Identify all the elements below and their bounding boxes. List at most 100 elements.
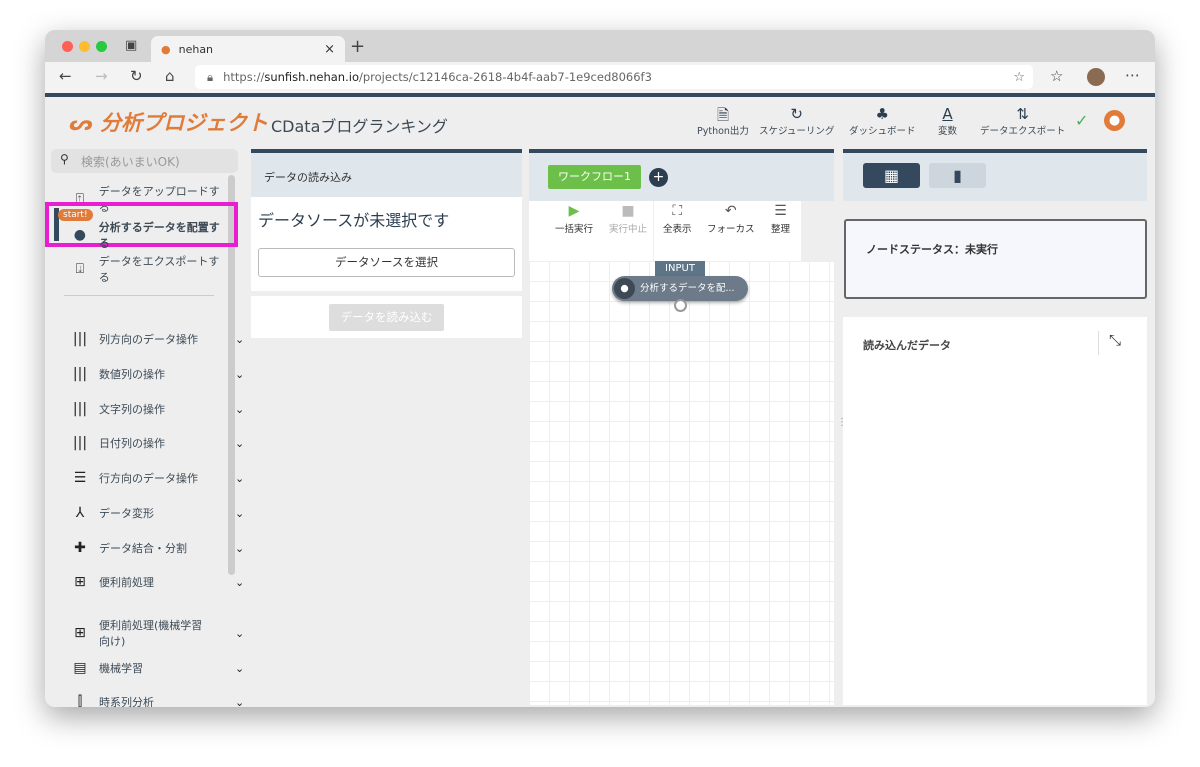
category-label: 行方向のデータ操作 <box>99 470 209 486</box>
toolbar-divider <box>653 201 654 261</box>
tab-bar: ▣ ● nehan × + <box>45 30 1155 62</box>
data-export-button[interactable]: ⇅データエクスポート <box>980 105 1065 137</box>
chevron-down-icon[interactable]: ⌄ <box>235 662 244 675</box>
chart-view-button[interactable]: ▮ <box>929 163 986 188</box>
sidebar-category[interactable]: ▤機械学習⌄ <box>69 660 229 676</box>
close-window-button[interactable] <box>62 41 73 52</box>
category-label: データ変形 <box>99 505 209 521</box>
node-output-port[interactable] <box>674 299 687 312</box>
app: ᔕ 分析プロジェクト CDataブログランキング 🗎Python出力 ↻ スケジュ… <box>45 93 1155 707</box>
user-account-icon[interactable]: ● <box>1104 110 1125 131</box>
search-input[interactable]: ⚲検索(あいまいOK) <box>51 149 238 173</box>
category-label: 便利前処理 <box>99 574 209 590</box>
category-label: 列方向のデータ操作 <box>99 331 209 347</box>
fit-view-button[interactable]: ⛶全表示 <box>663 203 692 235</box>
no-datasource-message: データソースが未選択です <box>258 207 449 231</box>
python-export-button[interactable]: 🗎Python出力 <box>697 105 749 137</box>
project-name: CDataブログランキング <box>271 113 448 137</box>
category-icon: ⫿ <box>69 694 91 707</box>
maximize-window-button[interactable] <box>96 41 107 52</box>
category-icon: ||| <box>69 331 91 347</box>
sidebar-category[interactable]: ⫿時系列分析⌄ <box>69 694 229 707</box>
browser-tab[interactable]: ● nehan × <box>151 36 345 62</box>
select-datasource-button[interactable]: データソースを選択 <box>258 248 515 277</box>
chevron-down-icon[interactable]: ⌄ <box>235 403 244 416</box>
browser-window: ▣ ● nehan × + ← → ↻ ⌂ 🔒︎ https://sunfish… <box>45 30 1155 707</box>
sidebar-category[interactable]: ✚データ結合・分割⌄ <box>69 540 229 556</box>
sidebar-category[interactable]: |||数値列の操作⌄ <box>69 366 229 382</box>
load-data-button[interactable]: データを読み込む <box>329 304 444 331</box>
expand-icon[interactable]: ⤡ <box>1109 331 1121 349</box>
sidebar-item-export[interactable]: ⍗データをエクスポートする <box>69 253 229 285</box>
more-icon[interactable]: ⋯ <box>1125 66 1140 84</box>
sidebar-toggle-icon[interactable]: ▣ <box>125 38 137 53</box>
category-label: 日付列の操作 <box>99 435 209 451</box>
load-data-section: データを読み込む <box>251 296 522 338</box>
place-data-icon: ● <box>69 227 91 243</box>
category-icon: ⊞ <box>69 625 91 641</box>
scheduling-button[interactable]: ↻ スケジューリング <box>759 105 834 137</box>
sidebar-category[interactable]: ☰行方向のデータ操作⌄ <box>69 470 229 486</box>
chevron-down-icon[interactable]: ⌄ <box>235 333 244 346</box>
sidebar-category[interactable]: ⅄データ変形⌄ <box>69 505 229 521</box>
category-icon: ☰ <box>69 470 91 486</box>
add-workflow-button[interactable]: + <box>649 168 668 187</box>
forward-icon[interactable]: → <box>95 67 108 85</box>
url-host: sunfish.nehan.io <box>264 70 359 84</box>
node-status: ノードステータス：未実行 <box>844 219 1147 299</box>
schedule-icon: ↻ <box>759 105 834 123</box>
table-view-button[interactable]: ▦ <box>863 163 920 188</box>
chevron-down-icon[interactable]: ⌄ <box>235 696 244 708</box>
tool-label: 整理 <box>771 224 790 235</box>
toolbar-label: データエクスポート <box>980 126 1065 137</box>
run-all-button[interactable]: ▶ 一括実行 <box>555 203 593 235</box>
category-label: 文字列の操作 <box>99 401 209 417</box>
sidebar-category[interactable]: ⊞便利前処理⌄ <box>69 574 229 590</box>
app-logo[interactable]: ᔕ 分析プロジェクト <box>69 107 268 137</box>
minimize-window-button[interactable] <box>79 41 90 52</box>
dashboard-button[interactable]: ♣ダッシュボード <box>849 105 916 137</box>
category-icon: ⅄ <box>69 505 91 521</box>
chevron-down-icon[interactable]: ⌄ <box>235 627 244 640</box>
url-field[interactable]: 🔒︎ https://sunfish.nehan.io/projects/c12… <box>195 65 1033 89</box>
toolbar-label: スケジューリング <box>759 126 834 137</box>
play-icon: ▶ <box>555 203 593 221</box>
sidebar-category[interactable]: ⊞便利前処理(機械学習向け)⌄ <box>69 617 229 649</box>
back-icon[interactable]: ← <box>59 67 72 85</box>
arrange-button[interactable]: ☰整理 <box>771 203 790 235</box>
home-icon[interactable]: ⌂ <box>165 67 175 85</box>
sidebar-category[interactable]: |||列方向のデータ操作⌄ <box>69 331 229 347</box>
sidebar: ⚲検索(あいまいOK) ⍐データをアップロードする start! ●分析するデー… <box>45 147 245 707</box>
sidebar-item-place-data[interactable]: ●分析するデータを配置する <box>69 219 229 251</box>
chevron-down-icon[interactable]: ⌄ <box>235 368 244 381</box>
focus-button[interactable]: ↶フォーカス <box>707 203 755 235</box>
close-tab-icon[interactable]: × <box>324 42 335 57</box>
node-icon: ● <box>614 278 635 299</box>
workflow-panel: ワークフロー1 + ▶一括実行 ■実行中止 ⛶全表示 ↶フォーカス ☰整理 IN… <box>529 149 834 701</box>
tool-label: 一括実行 <box>555 224 593 235</box>
chevron-down-icon[interactable]: ⌄ <box>235 437 244 450</box>
chevron-down-icon[interactable]: ⌄ <box>235 507 244 520</box>
category-icon: ||| <box>69 435 91 451</box>
chevron-down-icon[interactable]: ⌄ <box>235 576 244 589</box>
result-panel: ▦ ▮ ノードステータス：未実行 読み込んだデータ ⤡ <box>843 149 1147 701</box>
divider <box>1098 331 1099 355</box>
favorites-icon[interactable]: ☆ <box>1050 67 1063 85</box>
toolbar-label: ダッシュボード <box>849 126 916 137</box>
stop-button[interactable]: ■実行中止 <box>609 203 647 235</box>
sidebar-category[interactable]: |||文字列の操作⌄ <box>69 401 229 417</box>
workflow-tab[interactable]: ワークフロー1 <box>548 165 641 189</box>
tool-label: フォーカス <box>707 224 755 235</box>
reload-icon[interactable]: ↻ <box>130 67 143 85</box>
search-placeholder: 検索(あいまいOK) <box>81 155 180 169</box>
sidebar-category[interactable]: |||日付列の操作⌄ <box>69 435 229 451</box>
new-tab-icon[interactable]: + <box>350 36 365 57</box>
chevron-down-icon[interactable]: ⌄ <box>235 472 244 485</box>
profile-avatar[interactable] <box>1087 68 1105 86</box>
category-label: 数値列の操作 <box>99 366 209 382</box>
chevron-down-icon[interactable]: ⌄ <box>235 542 244 555</box>
input-node[interactable]: ●分析するデータを配... <box>612 276 748 301</box>
favorite-add-icon[interactable]: ☆ <box>1013 70 1025 85</box>
workflow-canvas[interactable] <box>529 261 834 705</box>
variables-button[interactable]: A変数 <box>938 105 957 137</box>
